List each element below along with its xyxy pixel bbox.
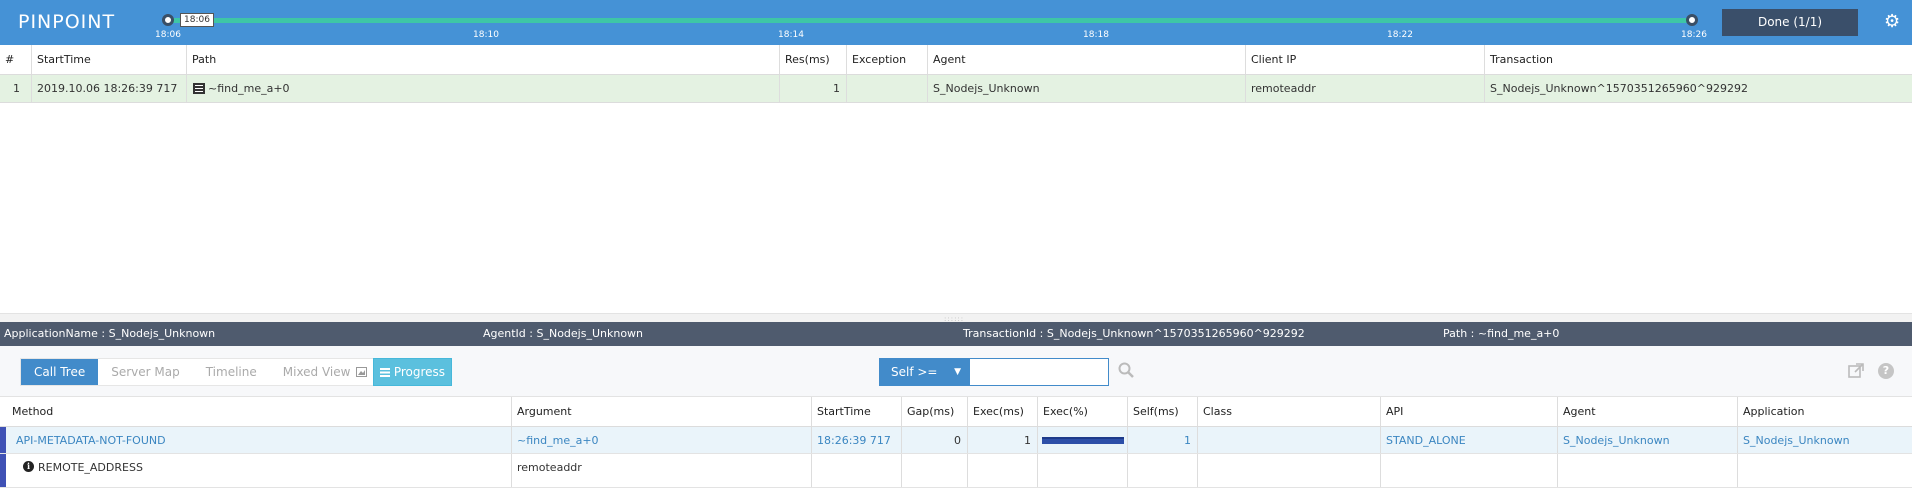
tab-server-map[interactable]: Server Map [98, 359, 193, 385]
row-self [1128, 454, 1198, 487]
column-header-client-ip[interactable]: Client IP [1246, 45, 1485, 74]
filter-select-label: Self >= [891, 365, 938, 379]
row-application [1738, 454, 1912, 487]
column-header-argument[interactable]: Argument [512, 397, 812, 426]
range-end-handle[interactable] [1686, 14, 1698, 26]
transaction-id: TransactionId : S_Nodejs_Unknown^1570351… [963, 327, 1305, 340]
row-exec: 1 [968, 427, 1038, 453]
column-header-index[interactable]: # [0, 45, 32, 74]
timeline-tick: 18:14 [778, 30, 804, 40]
row-self: 1 [1128, 427, 1198, 453]
call-tree-header: Method Argument StartTime Gap(ms) Exec(m… [0, 396, 1912, 427]
row-argument: remoteaddr [512, 454, 812, 487]
question-icon[interactable]: ? [1878, 363, 1894, 379]
transaction-list-header: # StartTime Path Res(ms) Exception Agent… [0, 45, 1912, 75]
application-name: ApplicationName : S_Nodejs_Unknown [4, 327, 216, 340]
row-gap: 0 [902, 427, 968, 453]
timeline-range-track[interactable] [168, 18, 1692, 23]
column-header-res[interactable]: Res(ms) [780, 45, 847, 74]
column-header-gap[interactable]: Gap(ms) [902, 397, 968, 426]
row-agent: S_Nodejs_Unknown [928, 75, 1246, 102]
list-icon [380, 368, 390, 377]
row-starttime [812, 454, 902, 487]
row-exception [847, 75, 928, 102]
row-api: STAND_ALONE [1381, 427, 1558, 453]
timeline-tick: 18:10 [473, 30, 499, 40]
column-header-method[interactable]: Method [0, 397, 512, 426]
row-path: ~find_me_a+0 [187, 75, 780, 102]
row-exec-pct [1038, 454, 1128, 487]
column-header-self[interactable]: Self(ms) [1128, 397, 1198, 426]
filter-select[interactable]: Self >= ▼ [879, 358, 969, 386]
row-starttime: 2019.10.06 18:26:39 717 [32, 75, 187, 102]
filter-input[interactable] [969, 358, 1109, 386]
timeline-tick: 18:22 [1387, 30, 1413, 40]
column-header-transaction[interactable]: Transaction [1485, 45, 1912, 74]
range-start-tooltip: 18:06 [180, 13, 214, 27]
row-exec-pct [1038, 427, 1128, 453]
row-method: API-METADATA-NOT-FOUND [0, 427, 512, 453]
table-row[interactable]: 1 2019.10.06 18:26:39 717 ~find_me_a+0 1… [0, 75, 1912, 103]
row-api [1381, 454, 1558, 487]
timeline-tick: 18:18 [1083, 30, 1109, 40]
row-starttime: 18:26:39 717 [812, 427, 902, 453]
row-exec [968, 454, 1038, 487]
call-tree-row[interactable]: API-METADATA-NOT-FOUND ~find_me_a+0 18:2… [0, 427, 1912, 454]
column-header-api[interactable]: API [1381, 397, 1558, 426]
column-header-path[interactable]: Path [187, 45, 780, 74]
progress-button-label: Progress [393, 365, 446, 379]
column-header-exec[interactable]: Exec(ms) [968, 397, 1038, 426]
tab-call-tree[interactable]: Call Tree [21, 359, 99, 385]
column-header-agent[interactable]: Agent [1558, 397, 1738, 426]
gear-icon[interactable]: ⚙ [1884, 12, 1900, 32]
transaction-info-bar: ApplicationName : S_Nodejs_Unknown Agent… [0, 322, 1912, 346]
tab-timeline[interactable]: Timeline [193, 359, 270, 385]
column-header-exception[interactable]: Exception [847, 45, 928, 74]
row-class [1198, 454, 1381, 487]
row-method: i REMOTE_ADDRESS [0, 454, 512, 487]
row-class [1198, 427, 1381, 453]
progress-button[interactable]: Progress [373, 358, 453, 386]
row-index: 1 [0, 75, 32, 102]
agent-id: AgentId : S_Nodejs_Unknown [483, 327, 644, 340]
column-header-exec-pct[interactable]: Exec(%) [1038, 397, 1128, 426]
row-argument: ~find_me_a+0 [512, 427, 812, 453]
pane-splitter[interactable]: :::::: [0, 313, 1912, 323]
detail-toolbar: Call Tree Server Map Timeline Mixed View… [0, 346, 1912, 396]
row-transaction: S_Nodejs_Unknown^1570351265960^929292 [1490, 82, 1748, 95]
call-tree-row[interactable]: i REMOTE_ADDRESS remoteaddr [0, 454, 1912, 488]
row-gap [902, 454, 968, 487]
list-icon[interactable] [193, 83, 205, 94]
timeline-tick: 18:26 [1681, 30, 1707, 40]
column-header-application[interactable]: Application [1738, 397, 1912, 426]
done-button[interactable]: Done (1/1) [1722, 9, 1858, 36]
row-res: 1 [780, 75, 847, 102]
tab-mixed-view-label: Mixed View [282, 365, 351, 379]
row-application: S_Nodejs_Unknown [1743, 433, 1850, 447]
row-agent: S_Nodejs_Unknown [1558, 427, 1738, 453]
top-bar: PINPOINT 18:06 18:06 18:10 18:14 18:18 1… [0, 0, 1912, 45]
row-agent [1558, 454, 1738, 487]
search-icon[interactable] [1118, 362, 1134, 378]
range-start-handle[interactable] [162, 14, 174, 26]
path-info: Path : ~find_me_a+0 [1443, 327, 1560, 340]
row-method-text: REMOTE_ADDRESS [38, 461, 143, 474]
external-link-icon[interactable] [1848, 363, 1864, 379]
column-header-starttime[interactable]: StartTime [812, 397, 902, 426]
column-header-class[interactable]: Class [1198, 397, 1381, 426]
view-tabs: Call Tree Server Map Timeline Mixed View [20, 358, 382, 386]
chevron-down-icon: ▼ [954, 367, 961, 377]
row-client-ip: remoteaddr [1246, 75, 1485, 102]
column-header-agent[interactable]: Agent [928, 45, 1246, 74]
app-logo: PINPOINT [18, 11, 116, 33]
tab-mixed-view[interactable]: Mixed View [270, 359, 381, 385]
exec-percent-bar [1042, 436, 1124, 444]
row-path-text: ~find_me_a+0 [208, 82, 290, 95]
image-icon [356, 367, 368, 377]
info-icon: i [23, 461, 34, 472]
timeline-tick: 18:06 [155, 30, 181, 40]
column-header-starttime[interactable]: StartTime [32, 45, 187, 74]
